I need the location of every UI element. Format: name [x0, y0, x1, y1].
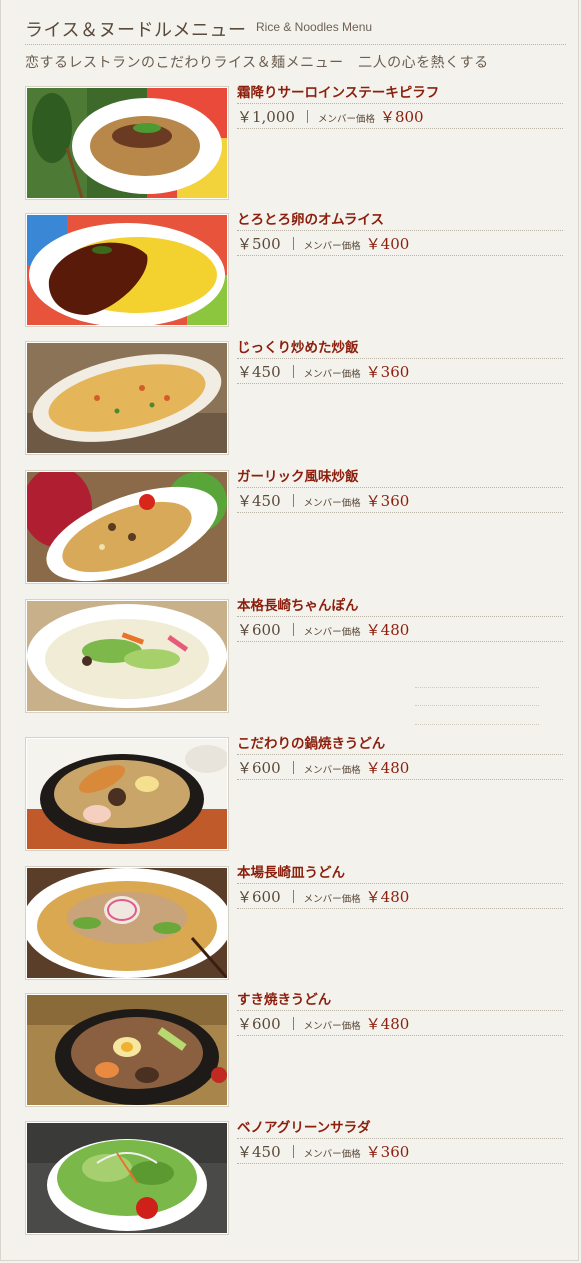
price-row: ￥1,000 メンバー価格 ￥800 [237, 105, 563, 129]
item-name: すき焼きうどん [237, 990, 563, 1011]
member-price-label: メンバー価格 [317, 114, 375, 125]
member-price-label: メンバー価格 [303, 498, 361, 509]
member-price-label: メンバー価格 [303, 894, 361, 905]
price-divider [292, 761, 294, 774]
price-row: ￥450 メンバー価格 ￥360 [237, 360, 563, 384]
menu-header: ライス＆ヌードルメニュー Rice & Noodles Menu [25, 14, 566, 45]
member-price: ￥360 [365, 1143, 410, 1161]
member-price: ￥480 [365, 1015, 410, 1033]
member-price: ￥480 [365, 759, 410, 777]
menu-item: ベノアグリーンサラダ ￥450 メンバー価格 ￥360 [25, 1118, 566, 1235]
divider [415, 687, 539, 688]
item-price: ￥450 [237, 363, 281, 381]
item-name: 霜降りサーロインステーキピラフ [237, 83, 563, 104]
menu-item: こだわりの鍋焼きうどん ￥600 メンバー価格 ￥480 [25, 734, 566, 851]
page-subtitle: 恋するレストランのこだわりライス＆麺メニュー 二人の心を熱くする [25, 55, 489, 71]
member-price-label: メンバー価格 [303, 1149, 361, 1160]
menu-page: ライス＆ヌードルメニュー Rice & Noodles Menu 恋するレストラ… [0, 0, 579, 1261]
page-title-english: Rice & Noodles Menu [256, 20, 373, 34]
page-title: ライス＆ヌードルメニュー [25, 20, 247, 41]
price-row: ￥600 メンバー価格 ￥480 [237, 1012, 563, 1036]
member-price-label: メンバー価格 [303, 1021, 361, 1032]
item-price: ￥450 [237, 1143, 281, 1161]
member-price: ￥360 [365, 492, 410, 510]
price-row: ￥600 メンバー価格 ￥480 [237, 885, 563, 909]
price-row: ￥600 メンバー価格 ￥480 [237, 618, 563, 642]
item-name: ガーリック風味炒飯 [237, 467, 563, 488]
item-price: ￥500 [237, 235, 281, 253]
item-price: ￥450 [237, 492, 281, 510]
photo-garlic-fried-rice [25, 470, 229, 584]
photo-omurice [25, 213, 229, 327]
price-row: ￥450 メンバー価格 ￥360 [237, 489, 563, 513]
member-price: ￥360 [365, 363, 410, 381]
item-price: ￥600 [237, 621, 281, 639]
menu-item: 霜降りサーロインステーキピラフ ￥1,000 メンバー価格 ￥800 [25, 83, 566, 200]
item-price: ￥600 [237, 759, 281, 777]
member-price: ￥480 [365, 621, 410, 639]
item-name: とろとろ卵のオムライス [237, 210, 563, 231]
price-row: ￥450 メンバー価格 ￥360 [237, 1140, 563, 1164]
divider [415, 705, 539, 706]
menu-item: すき焼きうどん ￥600 メンバー価格 ￥480 [25, 990, 566, 1107]
menu-item: とろとろ卵のオムライス ￥500 メンバー価格 ￥400 [25, 210, 566, 327]
member-price: ￥800 [379, 108, 424, 126]
price-divider [292, 1145, 294, 1158]
photo-green-salad [25, 1121, 229, 1235]
price-row: ￥500 メンバー価格 ￥400 [237, 232, 563, 256]
price-divider [292, 1017, 294, 1030]
photo-sara-udon [25, 866, 229, 980]
item-name: こだわりの鍋焼きうどん [237, 734, 563, 755]
price-divider [306, 110, 308, 123]
price-divider [292, 623, 294, 636]
photo-sukiyaki-udon [25, 993, 229, 1107]
price-row: ￥600 メンバー価格 ￥480 [237, 756, 563, 780]
menu-item: 本場長崎皿うどん ￥600 メンバー価格 ￥480 [25, 863, 566, 980]
member-price-label: メンバー価格 [303, 765, 361, 776]
item-price: ￥1,000 [237, 108, 295, 126]
price-divider [292, 365, 294, 378]
member-price-label: メンバー価格 [303, 369, 361, 380]
item-name: 本格長崎ちゃんぽん [237, 596, 563, 617]
item-name: じっくり炒めた炒飯 [237, 338, 563, 359]
price-divider [292, 494, 294, 507]
photo-nabeyaki-udon [25, 737, 229, 851]
price-divider [292, 890, 294, 903]
price-divider [292, 237, 294, 250]
item-price: ￥600 [237, 1015, 281, 1033]
item-name: ベノアグリーンサラダ [237, 1118, 563, 1139]
menu-item: 本格長崎ちゃんぽん ￥600 メンバー価格 ￥480 [25, 596, 566, 713]
item-name: 本場長崎皿うどん [237, 863, 563, 884]
member-price-label: メンバー価格 [303, 241, 361, 252]
member-price: ￥480 [365, 888, 410, 906]
menu-item: じっくり炒めた炒飯 ￥450 メンバー価格 ￥360 [25, 338, 566, 455]
member-price: ￥400 [365, 235, 410, 253]
menu-item: ガーリック風味炒飯 ￥450 メンバー価格 ￥360 [25, 467, 566, 584]
divider [415, 724, 539, 725]
photo-champon [25, 599, 229, 713]
photo-fried-rice [25, 341, 229, 455]
photo-steak-pilaf [25, 86, 229, 200]
item-price: ￥600 [237, 888, 281, 906]
member-price-label: メンバー価格 [303, 627, 361, 638]
